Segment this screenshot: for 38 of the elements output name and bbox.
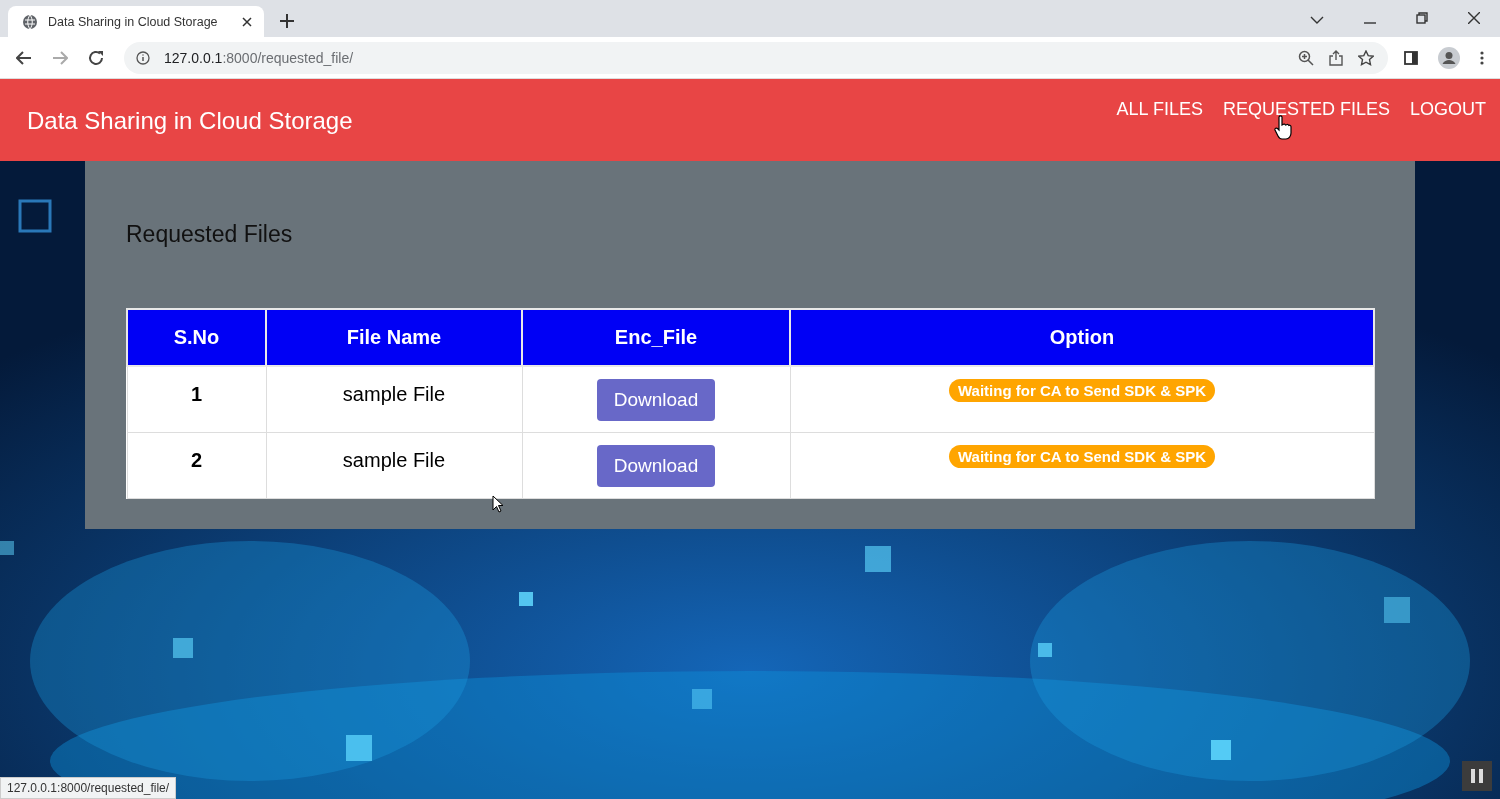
browser-tab[interactable]: Data Sharing in Cloud Storage <box>8 6 264 37</box>
chevron-down-icon[interactable] <box>1310 16 1324 24</box>
table-cell: sample File <box>266 432 522 498</box>
column-header: S.No <box>127 309 266 366</box>
side-panel-icon[interactable] <box>1404 50 1418 65</box>
page-title: Requested Files <box>126 221 294 248</box>
back-icon[interactable] <box>16 50 32 65</box>
pause-icon <box>1471 769 1483 783</box>
download-button[interactable]: Download <box>596 379 716 421</box>
column-header: Enc_File <box>522 309 790 366</box>
share-icon[interactable] <box>1328 49 1344 66</box>
zoom-icon[interactable] <box>1298 49 1314 66</box>
star-icon[interactable] <box>1358 49 1374 66</box>
status-bubble: 127.0.0.1:8000/requested_file/ <box>0 777 177 799</box>
download-button[interactable]: Download <box>596 444 716 487</box>
reload-icon[interactable] <box>88 49 104 66</box>
nav-link[interactable]: LOGOUT <box>1410 98 1486 120</box>
profile-icon[interactable] <box>1438 46 1460 69</box>
pause-button[interactable] <box>1462 761 1492 791</box>
tab-title: Data Sharing in Cloud Storage <box>48 14 219 29</box>
restore-icon[interactable] <box>1416 12 1428 24</box>
column-header: Option <box>790 309 1374 366</box>
site-brand[interactable]: Data Sharing in Cloud Storage <box>27 107 353 135</box>
status-badge: Waiting for CA to Send SDK & SPK <box>948 444 1216 468</box>
column-header: File Name <box>266 309 522 366</box>
nav-link[interactable]: ALL FILES <box>1116 98 1203 120</box>
globe-icon <box>22 13 38 30</box>
address-field[interactable]: 127.0.0.1:8000/requested_file/ <box>124 41 1388 74</box>
close-icon[interactable] <box>1468 12 1480 24</box>
info-icon <box>136 50 150 65</box>
table-cell: 2 <box>127 432 266 498</box>
new-tab-icon[interactable] <box>280 14 294 28</box>
nav-link[interactable]: REQUESTED FILES <box>1222 98 1390 120</box>
status-badge: Waiting for CA to Send SDK & SPK <box>948 379 1216 402</box>
close-icon[interactable] <box>242 16 252 27</box>
table-cell: 1 <box>127 366 266 432</box>
table-cell: sample File <box>266 366 522 432</box>
menu-icon[interactable] <box>1480 50 1484 65</box>
